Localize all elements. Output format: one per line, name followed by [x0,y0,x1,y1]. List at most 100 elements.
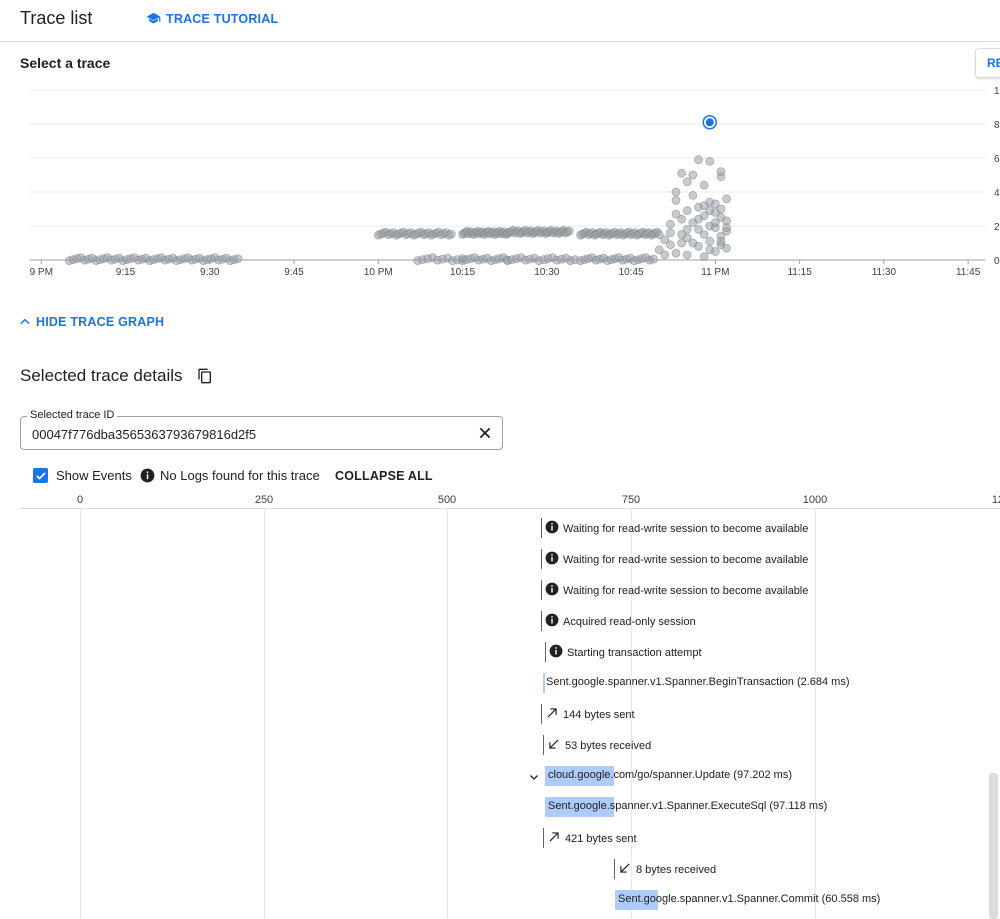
event-marker [541,611,542,631]
x-tick-label: 10:15 [450,267,475,278]
trace-point[interactable] [699,252,709,262]
y-tick-label: 2 [994,222,1000,233]
event-label: Waiting for read-write session to become… [563,553,809,566]
trace-point[interactable] [722,243,731,253]
y-tick-label: 6 [994,154,1000,165]
trace-point[interactable] [705,245,715,255]
x-tick-label: 11 PM [701,267,729,278]
trace-point[interactable] [564,226,574,236]
chevron-up-icon [20,318,30,325]
x-tick-label: 9:30 [200,267,220,278]
copy-icon[interactable] [197,368,213,384]
trace-point[interactable] [716,204,726,214]
x-tick-label: 10:30 [534,267,559,278]
waterfall-axis-label: 500 [437,494,457,506]
event-label: Waiting for read-write session to become… [563,522,809,535]
trace-tutorial-link[interactable]: TRACE TUTORIAL [146,11,278,26]
trace-point[interactable] [688,191,698,200]
trace-point[interactable] [682,206,692,216]
hide-trace-graph-button[interactable]: HIDE TRACE GRAPH [18,315,164,329]
selected-trace-details-title: Selected trace details [20,366,183,385]
waterfall-axis-label: 1000 [802,494,828,506]
trace-point[interactable] [688,170,698,180]
y-tick-label: 8 [994,120,1000,131]
trace-point[interactable] [233,254,243,264]
reset-button[interactable]: RE [975,48,1000,78]
trace-point[interactable] [666,240,675,250]
info-icon [545,551,559,568]
x-tick-label: 11:15 [787,267,812,278]
collapse-all-button[interactable]: COLLAPSE ALL [335,469,433,483]
trace-point[interactable] [677,168,687,178]
event-label: 8 bytes received [636,863,717,876]
span-bar[interactable] [543,673,545,693]
x-tick-label: 9:45 [284,267,304,278]
x-tick-label: 10:45 [619,267,644,278]
show-events-checkbox[interactable]: Show Events [33,468,132,483]
trace-point[interactable] [666,219,675,229]
span-label: Sent.google.spanner.v1.Spanner.Commit (6… [618,893,881,905]
trace-point[interactable] [705,157,715,166]
checkbox-checked-icon[interactable] [33,468,48,483]
top-bar: Trace list TRACE TUTORIAL [0,0,1000,42]
trace-point[interactable] [722,194,731,204]
trace-scatter-chart[interactable]: 1 8 6 4 2 0 9 PM 9:15 9:30 9:45 10 PM 10:15 10:30 10:… [0,80,1000,280]
event-marker [545,642,546,662]
event-label: 144 bytes sent [563,708,635,721]
event-label: 53 bytes received [565,739,652,752]
trace-point[interactable] [682,177,692,187]
trace-point[interactable] [660,250,670,260]
x-tick-label: 11:30 [872,267,897,278]
trace-point[interactable] [682,250,692,260]
waterfall-gridline [815,509,816,919]
event-content: 8 bytes received [618,861,716,878]
trace-point[interactable] [446,229,456,239]
trace-point[interactable] [671,196,681,205]
event-label: Starting transaction attempt [567,646,702,659]
trace-point[interactable] [705,236,715,246]
arrow-sent-icon [545,706,559,723]
trace-point[interactable] [710,218,720,228]
y-tick-label: 1 [994,86,1000,97]
x-tick-label: 9 PM [30,267,53,278]
y-tick-label: 0 [994,256,1000,267]
trace-point[interactable] [716,167,726,176]
trace-point[interactable] [682,224,692,234]
close-icon[interactable] [477,425,493,441]
trace-point[interactable] [716,236,726,246]
waterfall-axis-label: 12 [991,494,1000,506]
trace-point[interactable] [699,180,709,190]
span-label: cloud.google.com/go/spanner.Update (97.2… [548,769,792,781]
page-title: Trace list [20,8,93,28]
event-content: Waiting for read-write session to become… [545,520,808,537]
trace-point[interactable] [671,248,681,258]
chevron-down-icon[interactable] [528,771,540,783]
trace-point[interactable] [694,214,703,224]
trace-point[interactable] [699,230,709,239]
info-icon [549,644,563,661]
trace-point[interactable] [694,155,703,165]
trace-point[interactable] [666,228,675,238]
info-icon [545,613,559,630]
selected-trace-point[interactable] [705,118,714,127]
selected-trace-id-input[interactable] [30,426,470,443]
event-content: Waiting for read-write session to become… [545,582,808,599]
trace-point[interactable] [671,187,681,197]
event-marker [543,828,544,848]
waterfall-gridline [80,509,81,919]
trace-point[interactable] [699,201,709,210]
trace-point[interactable] [671,209,681,219]
trace-point[interactable] [722,223,731,233]
trace-point[interactable] [688,238,698,248]
event-label: Waiting for read-write session to become… [563,584,809,597]
selected-trace-id-label: Selected trace ID [27,409,118,421]
selected-trace-id-field[interactable]: Selected trace ID [20,409,503,450]
x-tick-label: 10 PM [364,267,393,278]
trace-point[interactable] [649,254,658,264]
select-trace-label: Select a trace [20,55,111,71]
waterfall-axis-label: 750 [621,494,641,506]
info-icon [140,468,155,483]
waterfall-scrollbar-thumb[interactable] [989,773,998,919]
waterfall-gridline [264,509,265,919]
info-icon [545,520,559,537]
